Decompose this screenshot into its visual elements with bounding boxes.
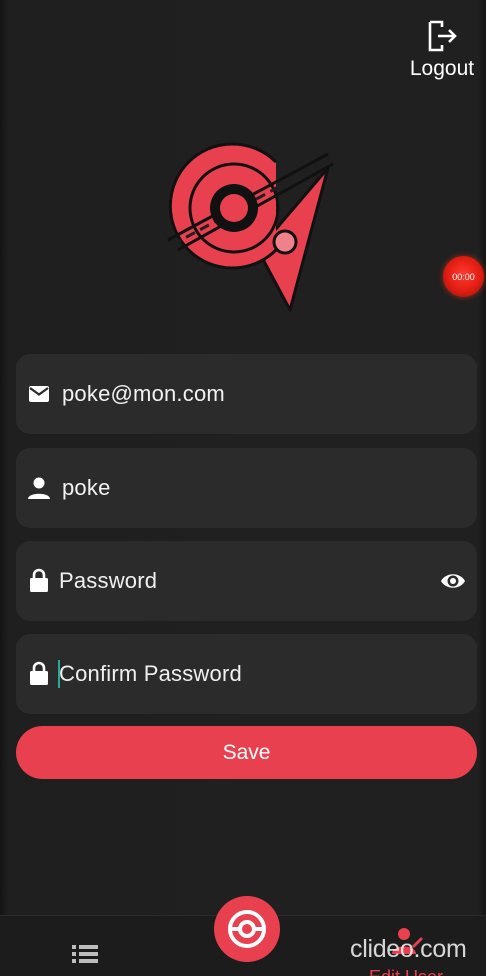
eye-icon[interactable] — [439, 567, 467, 595]
confirm-password-placeholder: Confirm Password — [59, 661, 242, 686]
email-field[interactable]: poke@mon.com — [16, 354, 477, 434]
logout-label: Logout — [409, 57, 475, 80]
app-logo — [167, 142, 334, 312]
lock-icon — [30, 568, 48, 592]
confirm-password-field[interactable]: Confirm Password — [16, 634, 477, 714]
recording-timer-text: 00:00 — [452, 271, 475, 282]
email-icon — [29, 386, 49, 402]
save-button[interactable]: Save — [16, 726, 477, 779]
list-icon[interactable] — [70, 942, 100, 966]
email-value: poke@mon.com — [62, 381, 225, 406]
username-field[interactable]: poke — [16, 448, 477, 528]
logout-button[interactable]: Logout — [406, 18, 478, 82]
clideo-watermark: clideo.com — [350, 935, 467, 963]
lock-icon — [30, 661, 48, 685]
password-placeholder: Password — [59, 568, 158, 593]
logout-icon — [428, 20, 457, 52]
app-screen: Logout 00:00 poke@mon.com poke Password … — [0, 0, 486, 976]
pokeball-nav-button[interactable] — [214, 896, 280, 962]
password-field[interactable]: Password — [16, 541, 477, 621]
username-value: poke — [62, 475, 111, 500]
recording-timer-badge[interactable]: 00:00 — [443, 256, 484, 297]
edit-user-label: Edit User — [369, 967, 443, 976]
person-icon — [28, 477, 50, 499]
pokeball-icon — [228, 910, 266, 948]
